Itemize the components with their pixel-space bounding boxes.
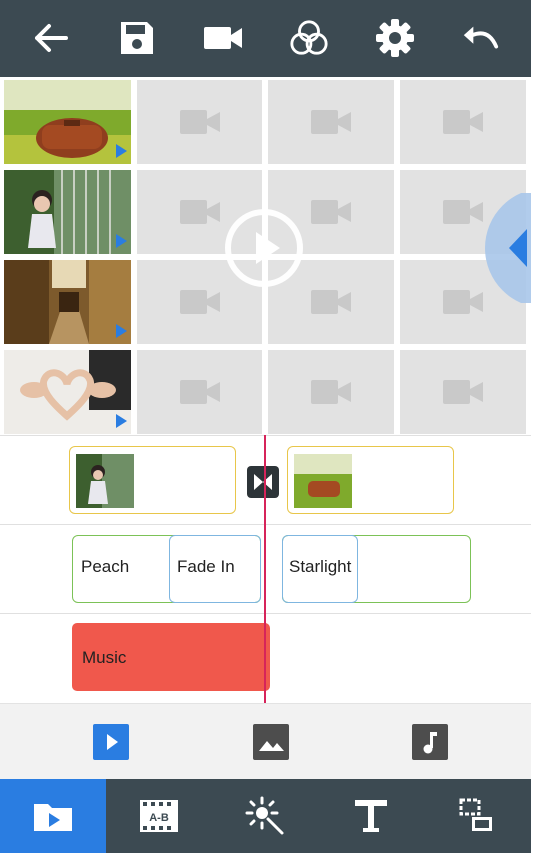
video-camera-icon xyxy=(443,290,483,314)
music-clip[interactable]: Music xyxy=(72,623,270,691)
video-badge-icon xyxy=(116,234,127,248)
bottom-nav: A-B xyxy=(0,779,531,853)
music-note-icon[interactable] xyxy=(412,724,448,760)
layout-icon[interactable] xyxy=(424,779,530,853)
play-circle-icon[interactable] xyxy=(224,208,304,288)
brown-bag-on-grass-photo xyxy=(4,80,131,164)
side-panel-handle[interactable] xyxy=(483,193,531,303)
transition-ab-icon[interactable]: A-B xyxy=(106,779,212,853)
effect-label-peach: Peach xyxy=(81,557,130,576)
video-camera-icon xyxy=(443,110,483,134)
media-type-bar xyxy=(0,703,531,780)
back-arrow-icon[interactable] xyxy=(31,18,71,58)
text-icon[interactable] xyxy=(318,779,424,853)
empty-media-slot[interactable] xyxy=(268,80,394,164)
video-camera-icon xyxy=(311,200,351,224)
image-icon[interactable] xyxy=(253,724,289,760)
video-badge-icon xyxy=(116,144,127,158)
video-camera-icon xyxy=(179,380,220,404)
effects-sparkle-icon[interactable] xyxy=(212,779,318,853)
empty-media-slot[interactable] xyxy=(400,80,526,164)
video-camera-icon[interactable] xyxy=(203,18,243,58)
video-camera-icon xyxy=(311,290,351,314)
video-camera-icon xyxy=(311,110,351,134)
effect-label-starlight: Starlight xyxy=(289,557,352,576)
gear-icon[interactable] xyxy=(375,18,415,58)
timeline-playhead[interactable] xyxy=(264,435,266,703)
old-street-photo xyxy=(4,260,131,344)
child-in-garden-photo xyxy=(76,454,134,508)
video-camera-icon xyxy=(443,380,483,404)
media-thumbnail[interactable] xyxy=(4,80,131,164)
empty-media-slot[interactable] xyxy=(137,350,262,434)
video-camera-icon xyxy=(443,200,483,224)
video-play-tab-icon[interactable] xyxy=(93,724,129,760)
video-camera-icon xyxy=(179,200,220,224)
music-label: Music xyxy=(82,648,127,667)
folder-play-icon[interactable] xyxy=(0,779,106,853)
empty-media-slot[interactable] xyxy=(268,350,394,434)
child-in-garden-photo xyxy=(4,170,131,254)
video-camera-icon xyxy=(179,290,220,314)
video-clip[interactable] xyxy=(69,446,236,514)
empty-media-slot[interactable] xyxy=(137,80,262,164)
media-thumbnail[interactable] xyxy=(4,350,131,434)
save-icon[interactable] xyxy=(117,18,157,58)
video-camera-icon xyxy=(179,110,220,134)
media-thumbnail[interactable] xyxy=(4,260,131,344)
undo-icon[interactable] xyxy=(460,18,500,58)
video-camera-icon xyxy=(311,380,351,404)
bowtie-transition-icon[interactable] xyxy=(247,466,279,498)
wedding-heart-hands-photo xyxy=(4,350,131,434)
video-clip[interactable] xyxy=(287,446,454,514)
top-toolbar xyxy=(0,0,531,77)
media-thumbnail[interactable] xyxy=(4,170,131,254)
filter-circles-icon[interactable] xyxy=(289,18,329,58)
media-grid xyxy=(0,77,531,435)
empty-media-slot[interactable] xyxy=(400,350,526,434)
brown-bag-on-grass-photo xyxy=(294,454,352,508)
effect-label-fade-in: Fade In xyxy=(177,557,235,576)
video-badge-icon xyxy=(116,414,127,428)
video-badge-icon xyxy=(116,324,127,338)
svg-text:A-B: A-B xyxy=(149,812,169,824)
